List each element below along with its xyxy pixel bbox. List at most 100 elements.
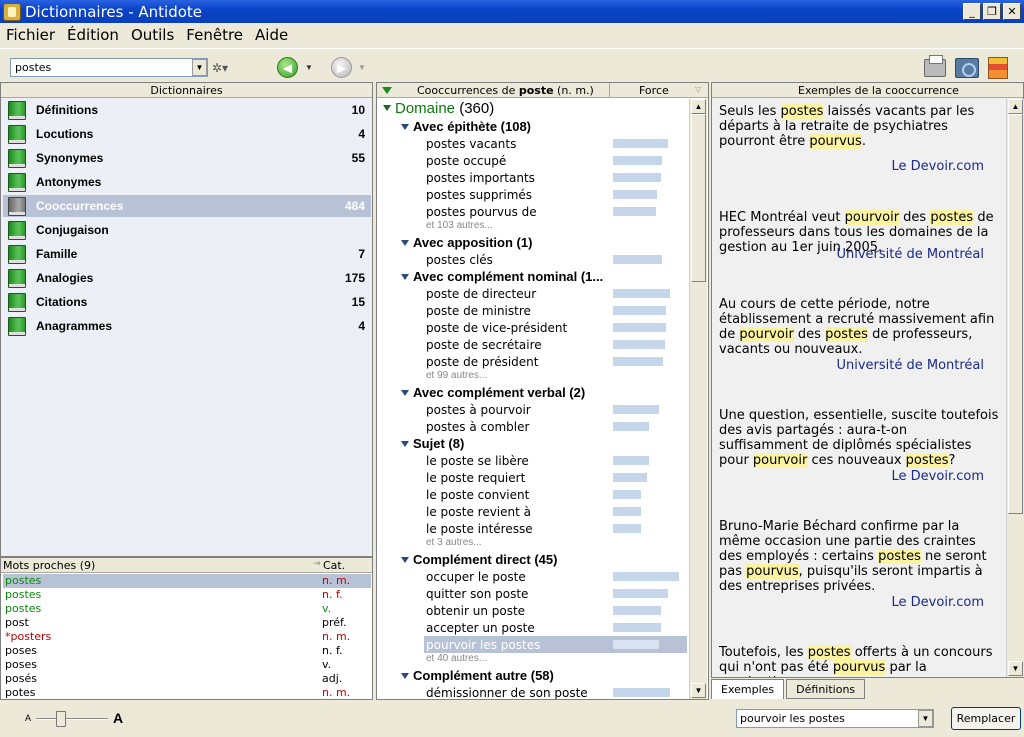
scroll-thumb[interactable] [691,114,706,282]
cooc-item-row[interactable]: postes importants [424,169,535,186]
force-sort-icon[interactable]: ▽ [695,85,701,94]
cooc-item-row[interactable]: poste de secrétaire [424,336,542,353]
example-source[interactable]: Le Devoir.com [712,159,984,174]
tab-exemples[interactable]: Exemples [711,679,785,699]
example-source[interactable]: Le Devoir.com [712,595,984,610]
menu-edition[interactable]: Édition [61,26,125,44]
group-expand-icon[interactable] [401,440,409,447]
cooc-item-row[interactable]: postes clés [424,251,493,268]
domain-expand-icon[interactable] [383,105,391,111]
similar-word-row[interactable]: *posters n. m. [3,630,371,644]
dict-item-5[interactable]: Conjugaison [3,219,371,241]
group-expand-icon[interactable] [401,123,409,130]
examples-scroll-thumb[interactable] [1008,114,1023,514]
search-input[interactable]: postes [10,58,208,77]
cooc-more-link[interactable]: et 3 autres... [426,535,482,549]
cooc-item-row[interactable]: le poste revient à [424,503,531,520]
example-source[interactable]: Université de Montréal [712,358,984,373]
similar-word-row[interactable]: potes n. m. [3,686,371,700]
menu-aide[interactable]: Aide [249,26,294,44]
dict-item-7[interactable]: Analogies 175 [3,267,371,289]
tab-definitions[interactable]: Définitions [786,679,866,699]
similar-word-row[interactable]: poses n. f. [3,644,371,658]
print-icon[interactable] [924,55,946,77]
cooc-more-link[interactable]: et 99 autres... [426,368,487,382]
examples-scroll-down-icon[interactable]: ▼ [1008,661,1023,676]
back-history-dropdown-icon[interactable]: ▼ [305,63,313,72]
cooc-group-row[interactable]: Sujet (8) [401,435,464,452]
menu-fichier[interactable]: Fichier [0,26,61,44]
zoom-slider-track[interactable] [36,718,108,720]
dict-item-6[interactable]: Famille 7 [3,243,371,265]
group-expand-icon[interactable] [401,273,409,280]
cooc-item-row[interactable]: postes à combler [424,418,529,435]
cooc-item-row[interactable]: poste de directeur [424,285,536,302]
cooc-item-row[interactable]: postes à pourvoir [424,401,531,418]
cooc-group-row[interactable]: Complément direct (45) [401,551,557,568]
cooc-group-row[interactable]: Complément autre (58) [401,667,554,684]
close-button[interactable]: ✕ [1003,3,1021,20]
similar-word-row[interactable]: postes n. f. [3,588,371,602]
search-dropdown-icon[interactable]: ▼ [192,59,207,76]
group-expand-icon[interactable] [401,672,409,679]
scroll-up-icon[interactable]: ▲ [691,99,706,114]
scroll-down-icon[interactable]: ▼ [691,683,706,698]
group-expand-icon[interactable] [401,389,409,396]
similar-word-row[interactable]: poses v. [3,658,371,672]
similar-word-row[interactable]: posés adj. [3,672,371,686]
similar-word-row[interactable]: post préf. [3,616,371,630]
cooc-more-link[interactable]: et 103 autres... [426,218,493,232]
cooc-more-link[interactable]: et 40 autres... [426,651,487,665]
dict-item-3[interactable]: Antonymes [3,171,371,193]
cooc-item-row[interactable]: démissionner de son poste [424,684,588,700]
cooc-item-row[interactable]: le poste convient [424,486,529,503]
cooc-group-row[interactable]: Avec apposition (1) [401,234,532,251]
restore-button[interactable]: ❐ [983,3,1001,20]
similar-word-row[interactable]: postes v. [3,602,371,616]
cooc-item-row[interactable]: postes supprimés [424,186,532,203]
dictionaries-books-icon[interactable] [988,57,1008,79]
menu-outils[interactable]: Outils [125,26,180,44]
example-source[interactable]: Le Devoir.com [712,469,984,484]
replace-button[interactable]: Remplacer [951,707,1021,730]
examples-scrollbar[interactable]: ▲ ▼ [1006,99,1024,677]
cooc-item-row[interactable]: le poste requiert [424,469,525,486]
back-arrow-icon[interactable]: ◀ [277,57,298,78]
minimize-button[interactable]: _ [963,3,981,20]
zoom-slider-thumb[interactable] [56,711,66,727]
menu-fenetre[interactable]: Fenêtre [180,26,249,44]
forward-history-dropdown-icon[interactable]: ▼ [358,63,366,72]
sort-arrow-icon[interactable]: ⇥ [313,559,321,569]
group-expand-icon[interactable] [401,556,409,563]
replace-dropdown-icon[interactable]: ▼ [918,710,933,727]
cooc-group-row[interactable]: Avec épithète (108) [401,118,531,135]
cooc-item-row[interactable]: poste de vice-président [424,319,567,336]
group-expand-icon[interactable] [401,239,409,246]
dict-item-4[interactable]: Cooccurrences 484 [3,195,371,217]
collapse-all-icon[interactable] [382,87,392,94]
dict-item-2[interactable]: Synonymes 55 [3,147,371,169]
forward-arrow-icon[interactable]: ▶ [331,57,352,78]
settings-star-icon[interactable]: ✲▾ [212,61,228,75]
domain-row[interactable]: Domaine (360) [383,99,494,117]
example-source[interactable]: Université de Montréal [712,247,984,262]
force-column-header[interactable]: Force [639,84,669,97]
cooc-item-row[interactable]: quitter son poste [424,585,528,602]
cooc-item-row[interactable]: le poste se libère [424,452,529,469]
cooc-item-row[interactable]: obtenir un poste [424,602,525,619]
cooc-scrollbar[interactable]: ▲ ▼ [689,99,707,699]
cooc-item-row[interactable]: occuper le poste [424,568,526,585]
dict-item-0[interactable]: Définitions 10 [3,99,371,121]
window-mode-icon[interactable] [955,58,979,78]
cooc-item-row[interactable]: poste de ministre [424,302,531,319]
replace-input[interactable]: pourvoir les postes [736,709,934,728]
cooc-group-row[interactable]: Avec complément nominal (1... [401,268,603,285]
category-column-header[interactable]: Cat. [323,559,345,572]
cooc-item-row[interactable]: postes vacants [424,135,516,152]
similar-word-row[interactable]: postes n. m. [3,574,371,588]
dict-item-8[interactable]: Citations 15 [3,291,371,313]
examples-scroll-up-icon[interactable]: ▲ [1008,99,1023,114]
cooc-item-row[interactable]: poste occupé [424,152,506,169]
cooc-item-row[interactable]: accepter un poste [424,619,535,636]
dict-item-1[interactable]: Locutions 4 [3,123,371,145]
